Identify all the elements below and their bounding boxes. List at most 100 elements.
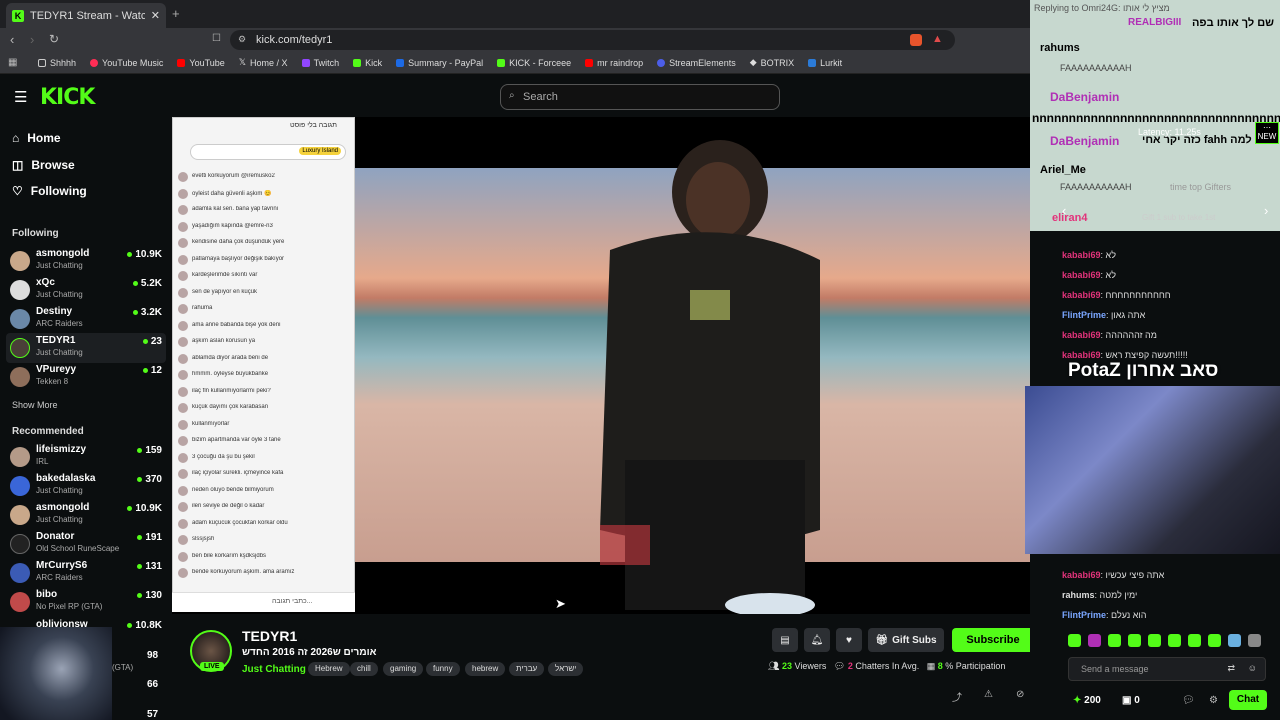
share-icon[interactable]: ⤴ bbox=[952, 689, 962, 704]
search-input[interactable]: ⌕ Search bbox=[500, 84, 780, 110]
chat-send-button[interactable]: Chat bbox=[1229, 690, 1267, 710]
emote-icon[interactable] bbox=[1148, 634, 1161, 647]
avatar bbox=[10, 534, 30, 554]
nav-browse[interactable]: ◫ Browse bbox=[12, 158, 75, 172]
guest-webcam-overlay bbox=[1025, 386, 1280, 554]
kick-logo[interactable]: KICK bbox=[40, 85, 95, 110]
tab-title: TEDYR1 Stream - Watch Live on bbox=[30, 9, 145, 22]
chat-username[interactable]: eliran4 bbox=[1052, 212, 1087, 224]
sidebar-channel[interactable]: xQc Just Chatting 5.2K bbox=[10, 277, 162, 305]
bookmark-item[interactable]: ◆ BOTRIX bbox=[750, 57, 794, 68]
nav-home[interactable]: ⌂ Home bbox=[12, 131, 61, 145]
phone-message: adamla kal sen. bana yap tavrini bbox=[178, 205, 348, 217]
clip-icon: ▤ bbox=[780, 634, 790, 646]
chat-username[interactable]: Ariel_Me bbox=[1040, 164, 1086, 176]
bookmark-item[interactable]: 𝕏 Home / X bbox=[239, 57, 288, 68]
mute-icon[interactable]: ⊘ bbox=[1016, 689, 1024, 700]
bookmark-item[interactable]: Lurkit bbox=[808, 58, 842, 68]
translate-icon[interactable]: ⇄ bbox=[1227, 663, 1235, 674]
gift-icon: 🎁︎ bbox=[875, 634, 889, 646]
phone-message-text: oyleist daha güvenli aşkım 😊 bbox=[192, 190, 272, 197]
channel-points[interactable]: ✦ 200 bbox=[1073, 695, 1101, 706]
sidebar-channel[interactable]: TEDYR1 Just Chatting 23 bbox=[10, 335, 162, 363]
bookmark-star-icon[interactable]: ☐ bbox=[212, 33, 221, 44]
tag[interactable]: gaming bbox=[383, 662, 424, 676]
gear-icon[interactable]: ⚙ bbox=[1209, 695, 1218, 706]
follow-button[interactable]: ♥ bbox=[836, 628, 862, 652]
emote-icon[interactable] bbox=[1208, 634, 1221, 647]
reload-icon[interactable]: ↻ bbox=[49, 32, 59, 46]
tag[interactable]: Hebrew bbox=[308, 662, 350, 676]
chevron-right-icon[interactable]: › bbox=[1264, 203, 1268, 218]
apps-grid-icon[interactable]: ▦ bbox=[8, 57, 17, 68]
phone-message: neden oluyo bende bilmiyorum bbox=[178, 485, 348, 498]
forward-icon[interactable]: › bbox=[30, 32, 34, 47]
new-tab-icon[interactable]: + bbox=[172, 6, 180, 21]
chat-settings-icon[interactable]: 💬︎ bbox=[1182, 695, 1195, 706]
bookmark-item[interactable]: Summary - PayPal bbox=[396, 58, 483, 68]
recommended-header: Recommended bbox=[12, 426, 84, 437]
sidebar-channel[interactable]: asmongold Just Chatting 10.9K bbox=[10, 248, 162, 276]
sidebar-channel[interactable]: Donator Old School RuneScape 191 bbox=[10, 531, 162, 559]
emote-icon[interactable] bbox=[1168, 634, 1181, 647]
notify-button[interactable]: 🔔︎ bbox=[804, 628, 830, 652]
sidebar-channel[interactable]: MrCurryS6 ARC Raiders 131 bbox=[10, 560, 162, 588]
sidebar-channel[interactable]: asmongold Just Chatting 10.9K bbox=[10, 502, 162, 530]
brave-shield-icon[interactable] bbox=[910, 34, 922, 46]
site-info-icon[interactable]: ⚙ bbox=[238, 34, 246, 45]
emote-icon[interactable] bbox=[1248, 634, 1261, 647]
avatar bbox=[10, 505, 30, 525]
chat-message-input[interactable]: Send a message ⇄ ☺ bbox=[1068, 657, 1266, 681]
tag[interactable]: ישראל bbox=[548, 662, 584, 676]
emote-icon[interactable] bbox=[1128, 634, 1141, 647]
emote-icon[interactable] bbox=[1088, 634, 1101, 647]
bookmark-item[interactable]: mr raindrop bbox=[585, 58, 643, 68]
phone-message: ama anne babanda bişe yok deni bbox=[178, 320, 348, 333]
chat-username[interactable]: DaBenjamin bbox=[1050, 134, 1119, 148]
back-icon[interactable]: ‹ bbox=[10, 32, 14, 47]
url-field[interactable]: ⚙ kick.com/tedyr1 bbox=[230, 30, 955, 50]
stream-category[interactable]: Just Chatting bbox=[242, 664, 306, 675]
emote-icon[interactable] bbox=[1068, 634, 1081, 647]
close-tab-icon[interactable]: ✕ bbox=[151, 9, 160, 22]
chat-message-text: שם לך אותו בפה bbox=[1192, 17, 1275, 29]
report-icon[interactable]: ⚠ bbox=[984, 689, 993, 700]
chat-line: rahums: ימין למטה bbox=[1062, 590, 1138, 600]
tag[interactable]: funny bbox=[426, 662, 460, 676]
browser-tab[interactable]: K TEDYR1 Stream - Watch Live on ✕ bbox=[6, 3, 166, 28]
bookmark-item[interactable]: YouTube Music bbox=[90, 58, 163, 68]
bookmark-item[interactable]: Shhhh bbox=[38, 58, 76, 68]
chat-overlay-area: FAAAAAAAAAAH DaBenjamin nnnnnnnnnnnnnnnn… bbox=[1030, 56, 1280, 231]
bookmark-item[interactable]: StreamElements bbox=[657, 58, 736, 68]
tag[interactable]: hebrew bbox=[465, 662, 506, 676]
tag[interactable]: עברית bbox=[509, 662, 545, 676]
bookmark-item[interactable]: Kick bbox=[353, 58, 382, 68]
streamer-name[interactable]: TEDYR1 bbox=[242, 628, 297, 644]
gift-subs-button[interactable]: 🎁︎ Gift Subs bbox=[868, 628, 944, 652]
emote-icon[interactable] bbox=[1228, 634, 1241, 647]
emote-icon[interactable] bbox=[1188, 634, 1201, 647]
new-messages-button[interactable]: ⋯ NEW bbox=[1255, 122, 1279, 144]
rewards-icon[interactable]: ▲ bbox=[932, 33, 943, 45]
bookmark-item[interactable]: Twitch bbox=[301, 58, 339, 68]
chat-username[interactable]: DaBenjamin bbox=[1050, 90, 1119, 104]
chest-points[interactable]: ▣ 0 bbox=[1122, 695, 1140, 706]
bookmark-item[interactable]: YouTube bbox=[177, 58, 225, 68]
sidebar-channel[interactable]: Destiny ARC Raiders 3.2K bbox=[10, 306, 162, 334]
clip-button[interactable]: ▤ bbox=[772, 628, 798, 652]
bookmark-item[interactable]: KICK - Forceee bbox=[497, 58, 571, 68]
tag[interactable]: chill bbox=[350, 662, 378, 676]
sidebar-channel[interactable]: VPureyy Tekken 8 12 bbox=[10, 364, 162, 392]
menu-icon[interactable]: ☰ bbox=[14, 88, 27, 106]
emote-icon[interactable] bbox=[1108, 634, 1121, 647]
subscribe-button[interactable]: Subscribe bbox=[952, 628, 1034, 652]
sidebar-channel[interactable]: lifeismizzy IRL 159 bbox=[10, 444, 162, 472]
sidebar-channel[interactable]: bakedalaska Just Chatting 370 bbox=[10, 473, 162, 501]
emoji-icon[interactable]: ☺ bbox=[1248, 663, 1257, 673]
nav-following[interactable]: ♡ Following bbox=[12, 184, 87, 198]
chat-username[interactable]: rahums bbox=[1040, 42, 1080, 54]
sidebar-channel[interactable]: bibo No Pixel RP (GTA) 130 bbox=[10, 589, 162, 617]
show-more-link[interactable]: Show More bbox=[12, 400, 58, 410]
chat-username[interactable]: REALBIGIII bbox=[1128, 17, 1181, 28]
phone-message: ileri seviye de değil o kadar bbox=[178, 502, 348, 514]
